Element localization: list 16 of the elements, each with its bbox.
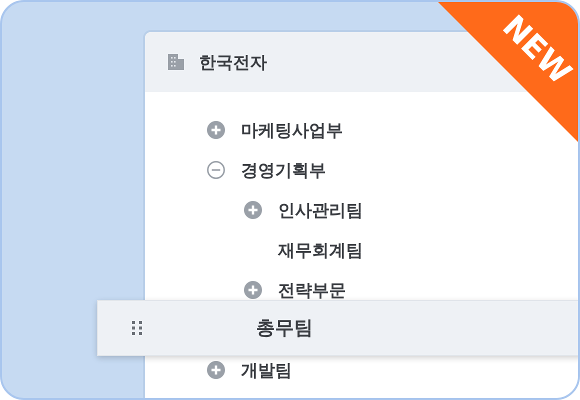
drag-handle-icon[interactable] <box>132 321 142 335</box>
expand-icon[interactable] <box>207 121 225 139</box>
expand-icon[interactable] <box>244 281 262 299</box>
expand-icon[interactable] <box>244 201 262 219</box>
tree-item-label[interactable]: 개발팀 <box>241 358 292 382</box>
building-icon <box>167 53 185 71</box>
tree-item-label[interactable]: 인사관리팀 <box>278 198 363 222</box>
expand-icon[interactable] <box>207 361 225 379</box>
dragged-item-label: 총무팀 <box>256 316 313 341</box>
collapse-icon[interactable] <box>207 161 225 179</box>
dragged-tree-item[interactable]: 총무팀 <box>97 300 578 356</box>
tree-item-label[interactable]: 재무회계팀 <box>278 238 363 262</box>
root-label[interactable]: 한국전자 <box>199 50 267 74</box>
tree-item-label[interactable]: 전략부문 <box>278 278 346 302</box>
tree-item-label[interactable]: 마케팅사업부 <box>241 118 343 142</box>
tree-item-label[interactable]: 경영기획부 <box>241 158 326 182</box>
